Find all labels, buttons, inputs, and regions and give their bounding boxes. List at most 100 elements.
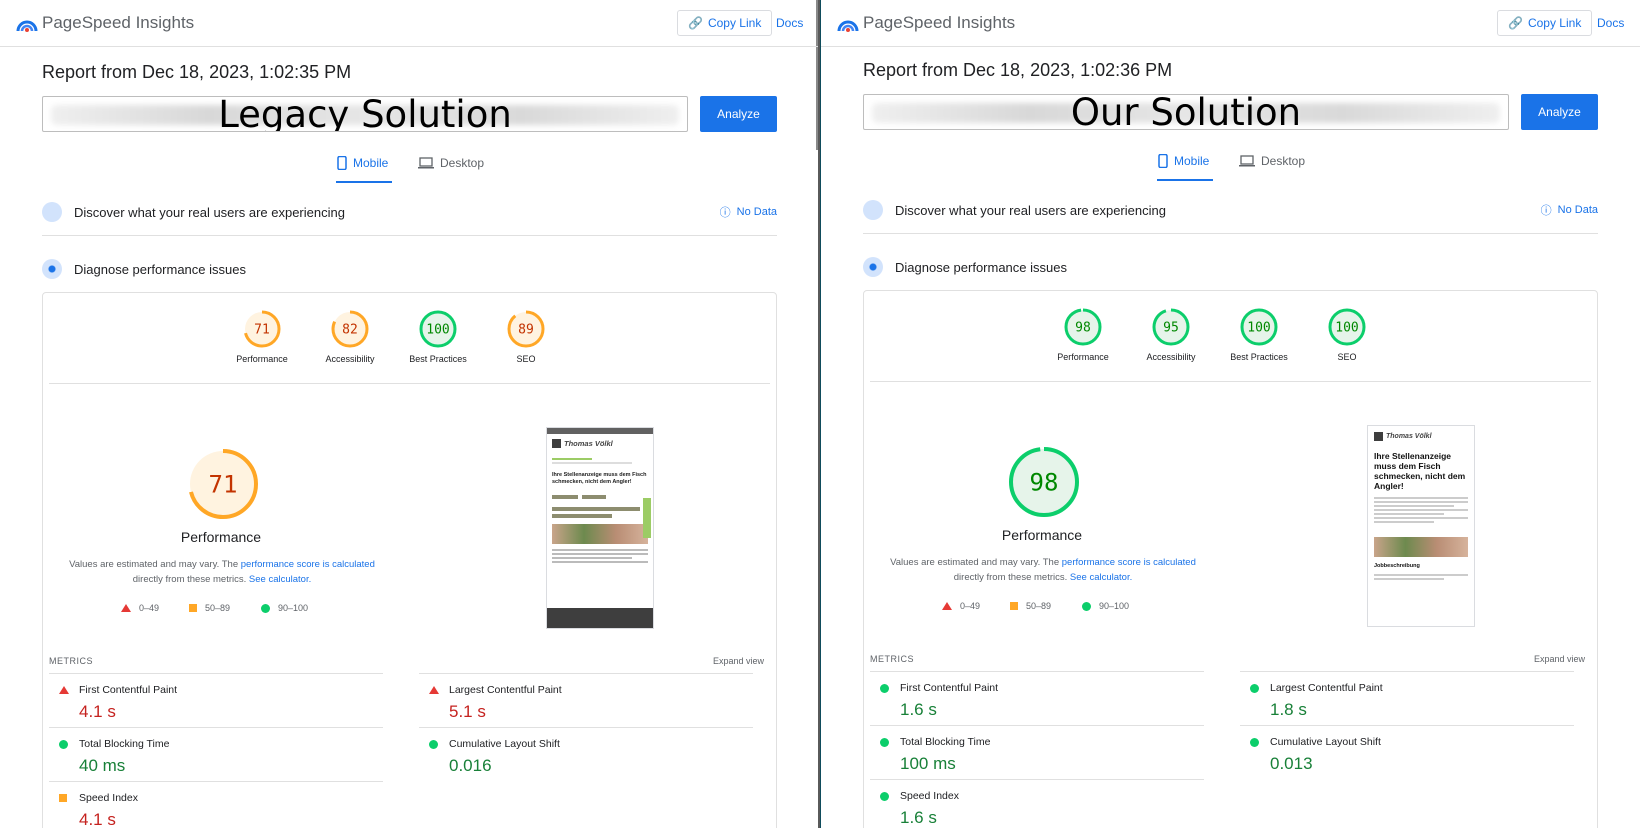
fail-triangle-icon xyxy=(429,686,439,694)
tab-desktop[interactable]: Desktop xyxy=(1239,154,1305,168)
score-gauge: 95 xyxy=(1152,308,1190,346)
pass-circle-icon xyxy=(59,740,68,749)
metric-value: 100 ms xyxy=(900,754,956,773)
metric-name: Largest Contentful Paint xyxy=(1270,682,1383,694)
legend-average-label: 50–89 xyxy=(1026,601,1052,611)
top-bar: PageSpeed Insights 🔗 Copy Link Docs xyxy=(821,0,1640,47)
report-timestamp: Report from Dec 18, 2023, 1:02:36 PM xyxy=(863,60,1173,80)
no-data-link[interactable]: ⓘ No Data xyxy=(720,204,777,220)
metric-total-blocking-time: Total Blocking Time 40 ms xyxy=(49,727,383,782)
metrics-heading: METRICS xyxy=(870,654,914,664)
score-gauge: 100 xyxy=(1240,308,1278,346)
discover-heading: Discover what your real users are experi… xyxy=(895,202,1166,218)
gauge-performance[interactable]: 98 Performance xyxy=(1038,307,1128,362)
performance-big-gauge: 71 xyxy=(188,449,258,519)
pagespeed-logo-icon xyxy=(16,20,38,32)
discover-heading: Discover what your real users are experi… xyxy=(74,204,345,220)
laptop-icon xyxy=(1239,155,1255,167)
metrics-heading: METRICS xyxy=(49,656,93,666)
gauge-label: SEO xyxy=(1337,352,1357,362)
page-screenshot-thumbnail: Thomas Völkl Ihre Stellenanzeige muss de… xyxy=(1367,425,1475,627)
score-value: 82 xyxy=(342,323,358,338)
tab-mobile[interactable]: Mobile xyxy=(337,156,388,170)
thumbnail-brand: Thomas Völkl xyxy=(1386,433,1432,440)
score-calculation-link[interactable]: performance score is calculated xyxy=(1062,557,1196,568)
metric-name: Speed Index xyxy=(79,792,138,804)
metric-value: 40 ms xyxy=(79,756,126,775)
gauge-best-practices[interactable]: 100 Best Practices xyxy=(393,309,483,364)
app-title: PageSpeed Insights xyxy=(42,13,195,32)
lab-results-card: 98 Performance 95 Accessibility 100 Best Prac… xyxy=(863,290,1598,828)
diagnose-heading: Diagnose performance issues xyxy=(895,259,1067,275)
pass-circle-icon xyxy=(880,738,889,747)
metric-value: 0.016 xyxy=(449,756,492,775)
score-gauge: 82 xyxy=(331,310,369,348)
docs-link[interactable]: Docs xyxy=(1597,16,1624,30)
analyze-button[interactable]: Analyze xyxy=(1521,94,1598,130)
legend-pass: 90–100 xyxy=(1082,601,1129,611)
diagnose-section: Diagnose performance issues xyxy=(42,259,777,279)
no-data-link[interactable]: ⓘ No Data xyxy=(1541,202,1598,218)
no-data-label: No Data xyxy=(736,206,777,218)
category-gauges: 98 Performance 95 Accessibility 100 Best Prac… xyxy=(864,307,1597,373)
metric-value: 1.6 s xyxy=(900,808,937,827)
docs-link[interactable]: Docs xyxy=(776,16,803,30)
note-text: Values are estimated and may vary. The xyxy=(890,557,1062,568)
gauge-seo[interactable]: 89 SEO xyxy=(481,309,571,364)
page-screenshot-thumbnail: Thomas Völkl Ihre Stellenanzeige muss de… xyxy=(546,427,654,629)
pass-circle-icon xyxy=(880,684,889,693)
expand-view-button[interactable]: Expand view xyxy=(713,656,764,666)
score-value: 100 xyxy=(1247,321,1270,336)
metric-name: Cumulative Layout Shift xyxy=(449,738,560,750)
laptop-icon xyxy=(418,157,434,169)
gauge-accessibility[interactable]: 95 Accessibility xyxy=(1126,307,1216,362)
gauge-performance[interactable]: 71 Performance xyxy=(217,309,307,364)
gauge-label: Best Practices xyxy=(1230,352,1288,362)
copy-link-label: Copy Link xyxy=(707,16,762,30)
panel-legacy: PageSpeed Insights 🔗 Copy Link Docs Repo… xyxy=(0,0,820,828)
gauge-best-practices[interactable]: 100 Best Practices xyxy=(1214,307,1304,362)
copy-link-button[interactable]: 🔗 Copy Link xyxy=(1497,10,1593,36)
copy-link-button[interactable]: 🔗 Copy Link xyxy=(677,10,773,36)
average-square-icon xyxy=(1010,602,1018,610)
average-square-icon xyxy=(189,604,197,612)
gauge-label: Accessibility xyxy=(1146,352,1196,362)
metric-value: 1.8 s xyxy=(1270,700,1307,719)
metric-value: 0.013 xyxy=(1270,754,1313,773)
no-data-label: No Data xyxy=(1557,204,1598,216)
score-value: 100 xyxy=(426,323,449,338)
url-input[interactable]: Our Solution xyxy=(863,94,1509,130)
tab-mobile[interactable]: Mobile xyxy=(1158,154,1209,168)
link-icon: 🔗 xyxy=(1508,16,1523,30)
metric-largest-contentful-paint: Largest Contentful Paint 1.8 s xyxy=(1240,671,1574,726)
tab-desktop[interactable]: Desktop xyxy=(418,156,484,170)
fail-triangle-icon xyxy=(121,604,131,612)
score-calculation-link[interactable]: performance score is calculated xyxy=(241,559,375,570)
gauge-accessibility[interactable]: 82 Accessibility xyxy=(305,309,395,364)
score-gauge: 89 xyxy=(507,310,545,348)
tab-mobile-label: Mobile xyxy=(1174,154,1210,168)
expand-view-button[interactable]: Expand view xyxy=(1534,654,1585,664)
calculator-link[interactable]: See calculator. xyxy=(249,574,311,585)
info-icon: ⓘ xyxy=(719,207,731,219)
fail-triangle-icon xyxy=(59,686,69,694)
tab-mobile-label: Mobile xyxy=(353,156,389,170)
pass-circle-icon xyxy=(1082,601,1091,611)
metric-total-blocking-time: Total Blocking Time 100 ms xyxy=(870,725,1204,780)
diagnose-heading: Diagnose performance issues xyxy=(74,261,246,277)
url-input[interactable]: Legacy Solution xyxy=(42,96,688,132)
gauge-label: SEO xyxy=(516,354,536,364)
thumbnail-section-heading: Jobbeschreibung xyxy=(1374,563,1420,569)
metric-name: First Contentful Paint xyxy=(900,682,999,694)
analyze-button[interactable]: Analyze xyxy=(700,96,777,132)
performance-title: Performance xyxy=(1001,527,1083,543)
top-bar: PageSpeed Insights 🔗 Copy Link Docs xyxy=(0,0,818,47)
score-gauge: 100 xyxy=(419,310,457,348)
legend-average: 50–89 xyxy=(1010,601,1051,611)
diagnose-section: Diagnose performance issues xyxy=(863,257,1598,277)
copy-link-label: Copy Link xyxy=(1527,16,1582,30)
gauge-seo[interactable]: 100 SEO xyxy=(1302,307,1392,362)
calculator-link[interactable]: See calculator. xyxy=(1070,572,1132,583)
note-text: Values are estimated and may vary. The xyxy=(69,559,241,570)
metric-name: First Contentful Paint xyxy=(79,684,178,696)
